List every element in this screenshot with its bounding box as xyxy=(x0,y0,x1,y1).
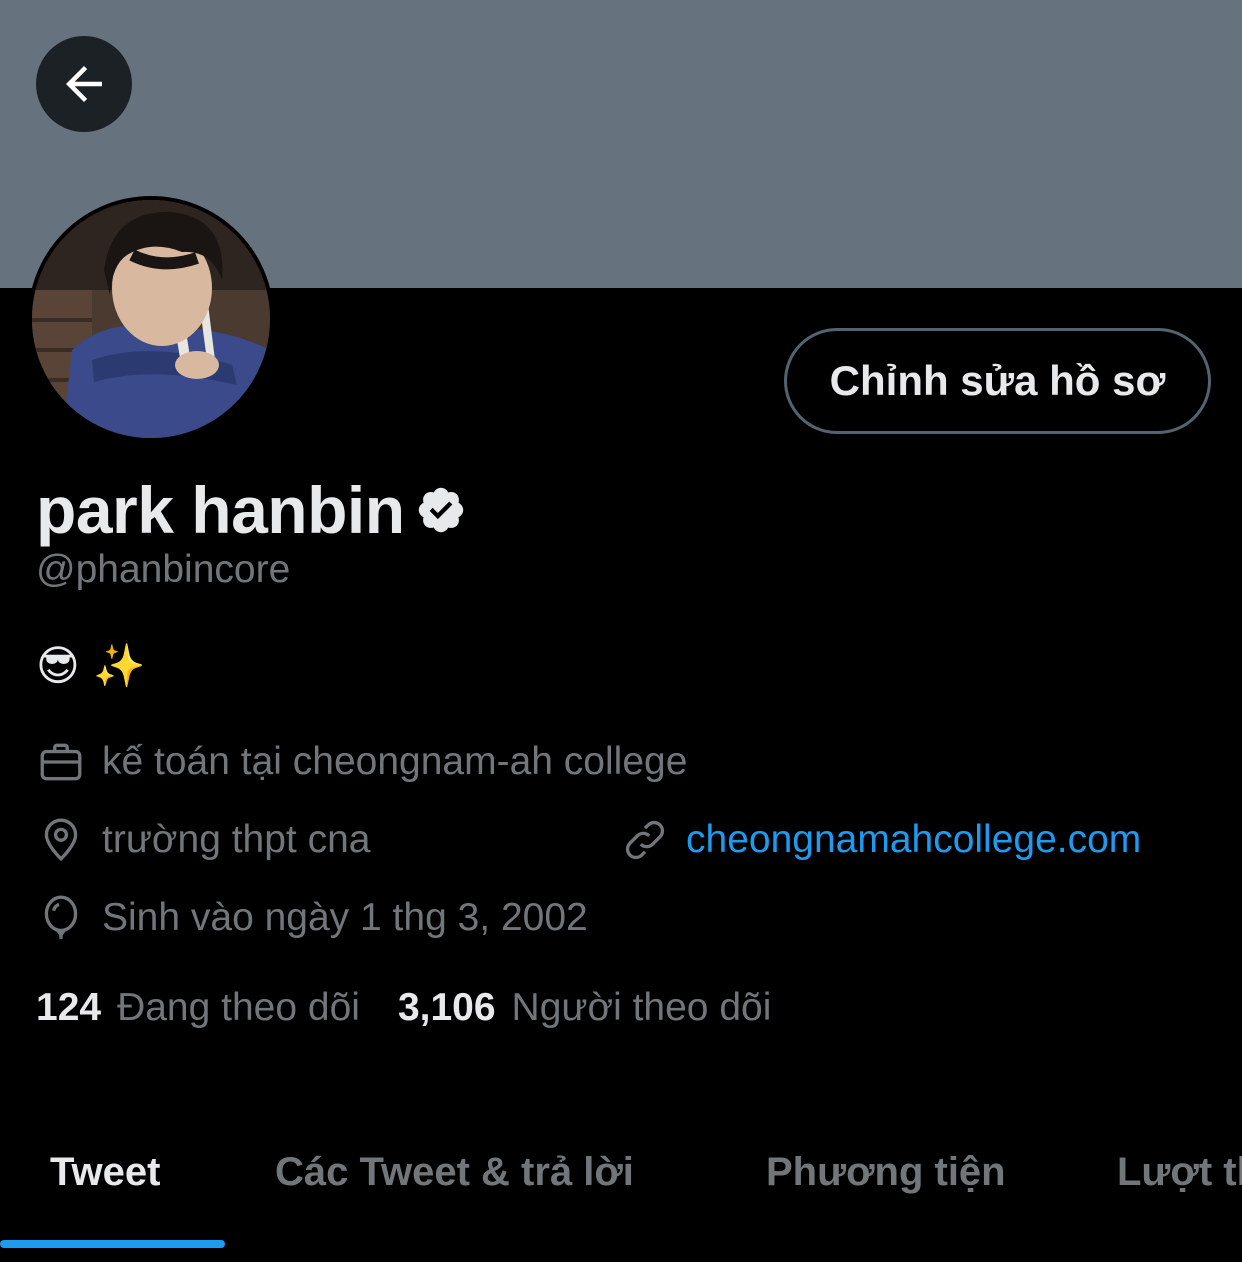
work-text: kế toán tại cheongnam-ah college xyxy=(102,740,688,783)
location-text: trường thpt cna xyxy=(102,818,371,861)
meta-birthday: Sinh vào ngày 1 thg 3, 2002 xyxy=(36,890,588,946)
profile-page: Chỉnh sửa hồ sơ park hanbin @phanbincore… xyxy=(0,0,1242,1262)
location-pin-icon xyxy=(36,815,86,865)
active-tab-indicator xyxy=(0,1240,225,1248)
followers-count: 3,106 xyxy=(397,986,496,1029)
following-count: 124 xyxy=(36,986,102,1029)
meta-work: kế toán tại cheongnam-ah college xyxy=(36,734,687,790)
arrow-left-icon xyxy=(57,57,111,111)
tab-likes[interactable]: Lượt thích xyxy=(1117,1120,1242,1262)
birthday-text: Sinh vào ngày 1 thg 3, 2002 xyxy=(102,896,588,939)
profile-avatar[interactable] xyxy=(28,196,274,442)
balloon-icon xyxy=(36,893,86,943)
display-name: park hanbin xyxy=(36,473,405,547)
link-icon xyxy=(620,815,670,865)
profile-handle: @phanbincore xyxy=(36,548,291,591)
following-stat[interactable]: 124 Đang theo dõi xyxy=(36,986,360,1030)
tab-tweets-replies[interactable]: Các Tweet & trả lời xyxy=(275,1120,634,1262)
profile-bio: 😎 ✨ xyxy=(36,641,146,690)
meta-website[interactable]: cheongnamahcollege.com xyxy=(620,812,1141,868)
follow-stats: 124 Đang theo dõi 3,106 Người theo dõi xyxy=(36,978,771,1038)
followers-label: Người theo dõi xyxy=(511,986,772,1029)
following-label: Đang theo dõi xyxy=(117,986,360,1029)
edit-profile-button[interactable]: Chỉnh sửa hồ sơ xyxy=(784,328,1211,434)
verified-badge-icon[interactable] xyxy=(415,484,467,536)
back-button[interactable] xyxy=(36,36,132,132)
tab-media[interactable]: Phương tiện xyxy=(766,1120,1006,1262)
briefcase-icon xyxy=(36,737,86,787)
meta-location: trường thpt cna xyxy=(36,812,371,868)
website-link[interactable]: cheongnamahcollege.com xyxy=(686,818,1141,862)
followers-stat[interactable]: 3,106 Người theo dõi xyxy=(398,986,771,1030)
name-row: park hanbin xyxy=(36,470,467,550)
